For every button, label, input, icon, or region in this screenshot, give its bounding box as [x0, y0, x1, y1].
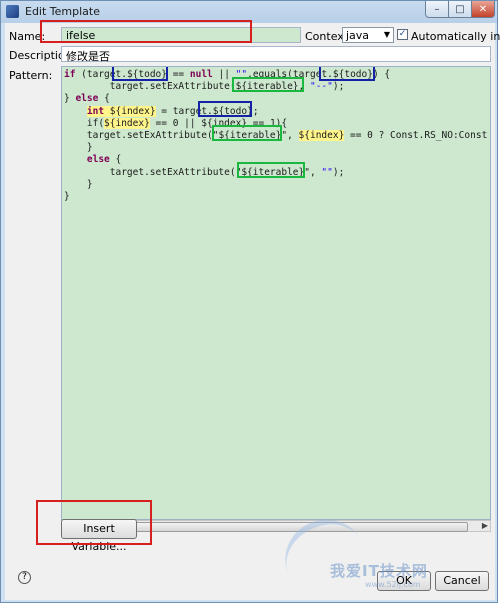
code-token: (target.	[75, 69, 127, 80]
scroll-right-icon[interactable]: ▶	[482, 521, 488, 530]
close-button[interactable]: ✕	[471, 1, 495, 18]
code-token: if	[64, 69, 76, 80]
code-token: ,	[298, 81, 310, 93]
app-icon	[6, 5, 19, 18]
auto-insert-checkbox[interactable]: ✓	[397, 29, 408, 40]
title-bar[interactable]: Edit Template – □ ✕	[1, 1, 497, 23]
code-token: ) {	[372, 69, 391, 80]
code-token: target.setExAttribute(	[64, 81, 236, 93]
code-token: int	[86, 105, 105, 117]
code-token: );	[332, 81, 345, 93]
dialog-body: Name: ifelse Context: java ▼ ✓ Automatic…	[5, 23, 500, 600]
context-select[interactable]: java ▼	[342, 27, 394, 43]
code-variable: ${todo}	[126, 69, 167, 80]
code-token: == 1){	[247, 117, 288, 129]
pattern-code[interactable]: if (target.${todo} == null || "".equals(…	[64, 69, 487, 203]
pattern-label: Pattern:	[9, 69, 53, 82]
code-token: else	[86, 154, 110, 166]
code-token: }	[64, 191, 70, 203]
chevron-down-icon: ▼	[383, 30, 390, 39]
code-token: ",	[304, 166, 322, 178]
cancel-button[interactable]: Cancel	[435, 571, 489, 591]
code-token: {	[109, 154, 122, 166]
code-token: target.setExAttribute("	[64, 130, 219, 142]
code-token: == 0 ? Const.RS_NO:Const	[344, 130, 488, 142]
code-token: .equals(target.	[247, 69, 333, 80]
code-token: ;	[252, 105, 259, 117]
code-token: if(	[64, 117, 105, 129]
code-string: ""	[235, 69, 248, 80]
code-token: ||	[212, 69, 236, 80]
code-variable: ${index}	[201, 117, 248, 129]
code-variable: ${todo}	[332, 69, 373, 80]
code-token: );	[332, 166, 345, 178]
code-token: }	[64, 178, 93, 190]
minimize-button[interactable]: –	[425, 1, 449, 18]
code-variable: ${index}	[104, 117, 150, 129]
code-variable: ${todo}	[212, 105, 253, 117]
code-token: target.setExAttribute("	[64, 166, 242, 178]
code-variable: ${iterable}	[241, 166, 305, 178]
window-title: Edit Template	[25, 5, 100, 18]
pattern-editor[interactable]: if (target.${todo} == null || "".equals(…	[61, 66, 491, 520]
insert-variable-button[interactable]: Insert Variable...	[61, 519, 137, 553]
code-token: null	[189, 69, 213, 80]
edit-template-dialog: Edit Template – □ ✕ Name: ifelse Context…	[0, 0, 500, 603]
description-field[interactable]: 修改是否	[61, 46, 491, 63]
code-token: {	[98, 93, 110, 105]
code-variable: ${iterable}	[235, 81, 299, 93]
code-token	[104, 105, 110, 117]
code-token: else	[75, 93, 99, 105]
code-variable: ${index}	[298, 130, 345, 142]
name-field[interactable]: ifelse	[61, 27, 301, 43]
help-icon[interactable]: ?	[18, 571, 31, 584]
code-variable: ${index}	[109, 105, 156, 117]
ok-button[interactable]: OK	[377, 571, 431, 591]
code-string: ""	[321, 166, 333, 178]
code-token: }	[64, 93, 76, 105]
context-value: java	[346, 29, 370, 42]
name-label: Name:	[9, 30, 46, 43]
code-token: }	[64, 142, 93, 154]
code-variable: ${iterable}	[218, 130, 282, 142]
auto-insert-label: Automatically insert	[411, 30, 500, 43]
code-token: ==	[166, 69, 190, 80]
code-token: == 0 ||	[149, 117, 202, 129]
code-token: ",	[281, 130, 299, 142]
code-string: "--"	[309, 81, 333, 93]
code-token: = target.	[155, 105, 213, 117]
maximize-button[interactable]: □	[448, 1, 472, 18]
